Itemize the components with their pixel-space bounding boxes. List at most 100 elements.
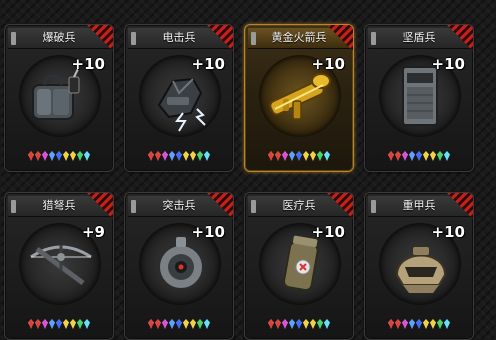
gem-icon [204,319,210,329]
gem-icon [444,151,450,161]
gem-icon [303,151,309,161]
gem-icon [155,319,161,329]
card-soldier-7[interactable]: 医疗兵 +10 [244,192,354,340]
gem-icon [395,319,401,329]
gem-icon [28,319,34,329]
gem-icon [176,319,182,329]
card-soldier-8[interactable]: 重甲兵 +10 [364,192,474,340]
gem-icon [169,151,175,161]
gem-icon [324,319,330,329]
gem-icon [430,319,436,329]
gem-icon [289,319,295,329]
card-title: 电击兵 [162,31,196,44]
gem-row [13,151,105,163]
gem-icon [282,319,288,329]
gem-icon [409,151,415,161]
upgrade-level: +9 [81,223,105,241]
gem-icon [409,319,415,329]
gem-icon [63,151,69,161]
card-soldier-3[interactable]: 黄金火箭兵 +10 [244,24,354,172]
card-soldier-6[interactable]: 突击兵 +10 [124,192,234,340]
upgrade-level: +10 [431,223,465,241]
gem-icon [430,151,436,161]
gem-icon [77,151,83,161]
card-title: 猎弩兵 [42,199,76,212]
gem-icon [35,319,41,329]
gem-row [373,319,465,331]
gem-icon [56,319,62,329]
card-soldier-1[interactable]: 爆破兵 +10 [4,24,114,172]
gem-row [133,151,225,163]
gem-icon [162,151,168,161]
gem-icon [402,151,408,161]
gem-icon [63,319,69,329]
gem-icon [49,151,55,161]
upgrade-level: +10 [431,55,465,73]
gem-icon [395,151,401,161]
upgrade-level: +10 [311,223,345,241]
gem-row [253,151,345,163]
gem-icon [84,151,90,161]
gem-icon [148,319,154,329]
gem-icon [49,319,55,329]
gem-icon [70,319,76,329]
gem-icon [268,151,274,161]
gem-icon [197,319,203,329]
gem-icon [437,151,443,161]
gem-icon [402,319,408,329]
upgrade-level: +10 [311,55,345,73]
card-title: 爆破兵 [42,31,76,44]
gem-icon [324,151,330,161]
card-title: 黄金火箭兵 [271,31,327,44]
gem-icon [77,319,83,329]
gem-icon [35,151,41,161]
gem-row [253,319,345,331]
gem-icon [275,151,281,161]
gem-icon [416,319,422,329]
gem-icon [289,151,295,161]
upgrade-level: +10 [191,223,225,241]
gem-icon [190,319,196,329]
gem-icon [42,151,48,161]
gem-icon [162,319,168,329]
gem-icon [204,151,210,161]
gem-icon [296,319,302,329]
gem-icon [70,151,76,161]
gem-icon [197,151,203,161]
gem-icon [310,151,316,161]
gem-row [13,319,105,331]
gem-row [373,151,465,163]
gem-icon [148,151,154,161]
gem-icon [317,319,323,329]
card-soldier-2[interactable]: 电击兵 +10 [124,24,234,172]
gem-icon [310,319,316,329]
gem-icon [444,319,450,329]
gem-icon [423,151,429,161]
card-soldier-5[interactable]: 猎弩兵 +9 [4,192,114,340]
gem-icon [169,319,175,329]
gem-icon [275,319,281,329]
gem-icon [28,151,34,161]
upgrade-level: +10 [191,55,225,73]
card-title: 重甲兵 [402,199,436,212]
upgrade-level: +10 [71,55,105,73]
gem-icon [190,151,196,161]
gem-icon [282,151,288,161]
gem-icon [183,319,189,329]
gem-icon [183,151,189,161]
gem-icon [423,319,429,329]
gem-icon [296,151,302,161]
card-title: 医疗兵 [282,199,316,212]
card-title: 坚盾兵 [402,31,436,44]
gem-row [133,319,225,331]
gem-icon [416,151,422,161]
gem-icon [56,151,62,161]
gem-icon [303,319,309,329]
gem-icon [388,151,394,161]
gem-icon [388,319,394,329]
gem-icon [317,151,323,161]
card-soldier-4[interactable]: 坚盾兵 +10 [364,24,474,172]
gem-icon [176,151,182,161]
soldier-card-grid: 爆破兵 +10 电击兵 +10 黄金火箭兵 +10 坚盾兵 +10 猎弩兵 +9… [0,0,496,340]
gem-icon [155,151,161,161]
